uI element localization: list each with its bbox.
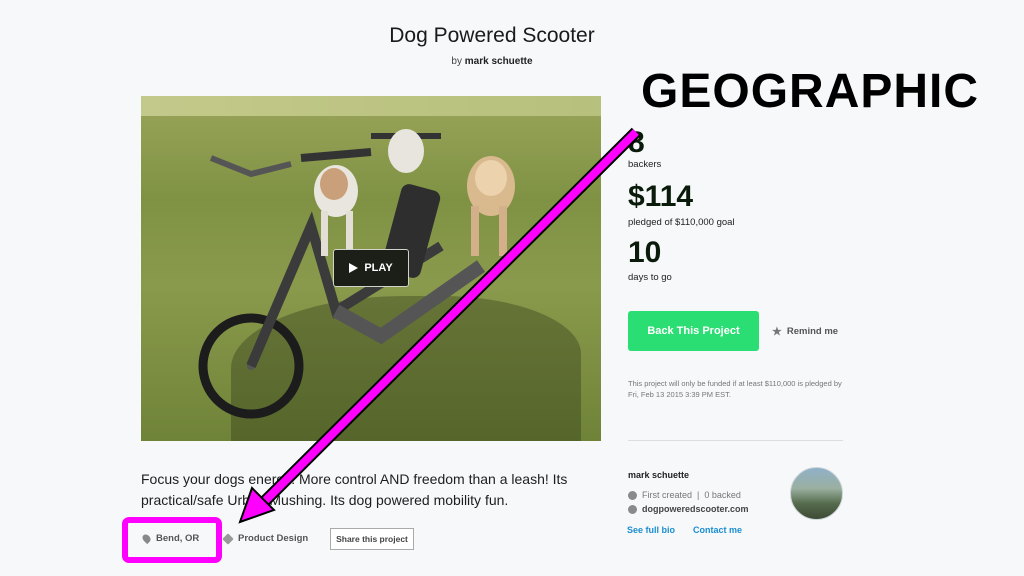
creator-link[interactable]: mark schuette	[465, 56, 533, 67]
contact-me-link[interactable]: Contact me	[693, 525, 742, 535]
creator-name[interactable]: mark schuette	[628, 470, 689, 480]
category-tag[interactable]: Product Design	[222, 532, 309, 545]
remind-me-button[interactable]: ★ Remind me	[772, 325, 838, 338]
star-icon: ★	[772, 326, 782, 338]
play-button[interactable]: PLAY	[333, 249, 409, 287]
project-video[interactable]: PLAY	[141, 96, 601, 441]
days-count: 10	[628, 236, 662, 269]
pledged-label: pledged of $110,000 goal	[628, 217, 735, 228]
see-full-bio-link[interactable]: See full bio	[627, 525, 675, 535]
backers-label: backers	[628, 159, 662, 170]
divider	[628, 440, 843, 441]
days-label: days to go	[628, 272, 672, 283]
project-title: Dog Powered Scooter	[389, 24, 595, 47]
avatar[interactable]	[790, 467, 843, 520]
byline-prefix: by	[451, 56, 462, 67]
back-project-button[interactable]: Back This Project	[628, 311, 759, 351]
play-icon	[349, 263, 359, 273]
play-label: PLAY	[364, 262, 393, 274]
backers-count: 8	[628, 126, 645, 159]
first-created: First created	[642, 490, 693, 500]
website-link[interactable]: dogpoweredscooter.com	[642, 504, 749, 514]
creator-history: First created | 0 backed	[628, 490, 741, 500]
project-blurb: Focus your dogs energy! More control AND…	[141, 471, 568, 508]
pledged-amount: $114	[628, 180, 694, 213]
category-label: Product Design	[238, 533, 309, 544]
meta-separator: |	[697, 490, 700, 500]
annotation-label: GEOGRAPHIC	[641, 65, 980, 118]
remind-label: Remind me	[786, 326, 839, 337]
history-icon	[628, 490, 637, 500]
globe-icon	[628, 504, 637, 514]
backed-count: 0 backed	[704, 490, 741, 500]
annotation-highlight-box	[122, 517, 222, 563]
creator-website[interactable]: dogpoweredscooter.com	[628, 504, 749, 514]
funding-note: This project will only be funded if at l…	[628, 379, 842, 399]
share-button[interactable]: Share this project	[330, 528, 414, 550]
tag-icon	[222, 532, 234, 545]
